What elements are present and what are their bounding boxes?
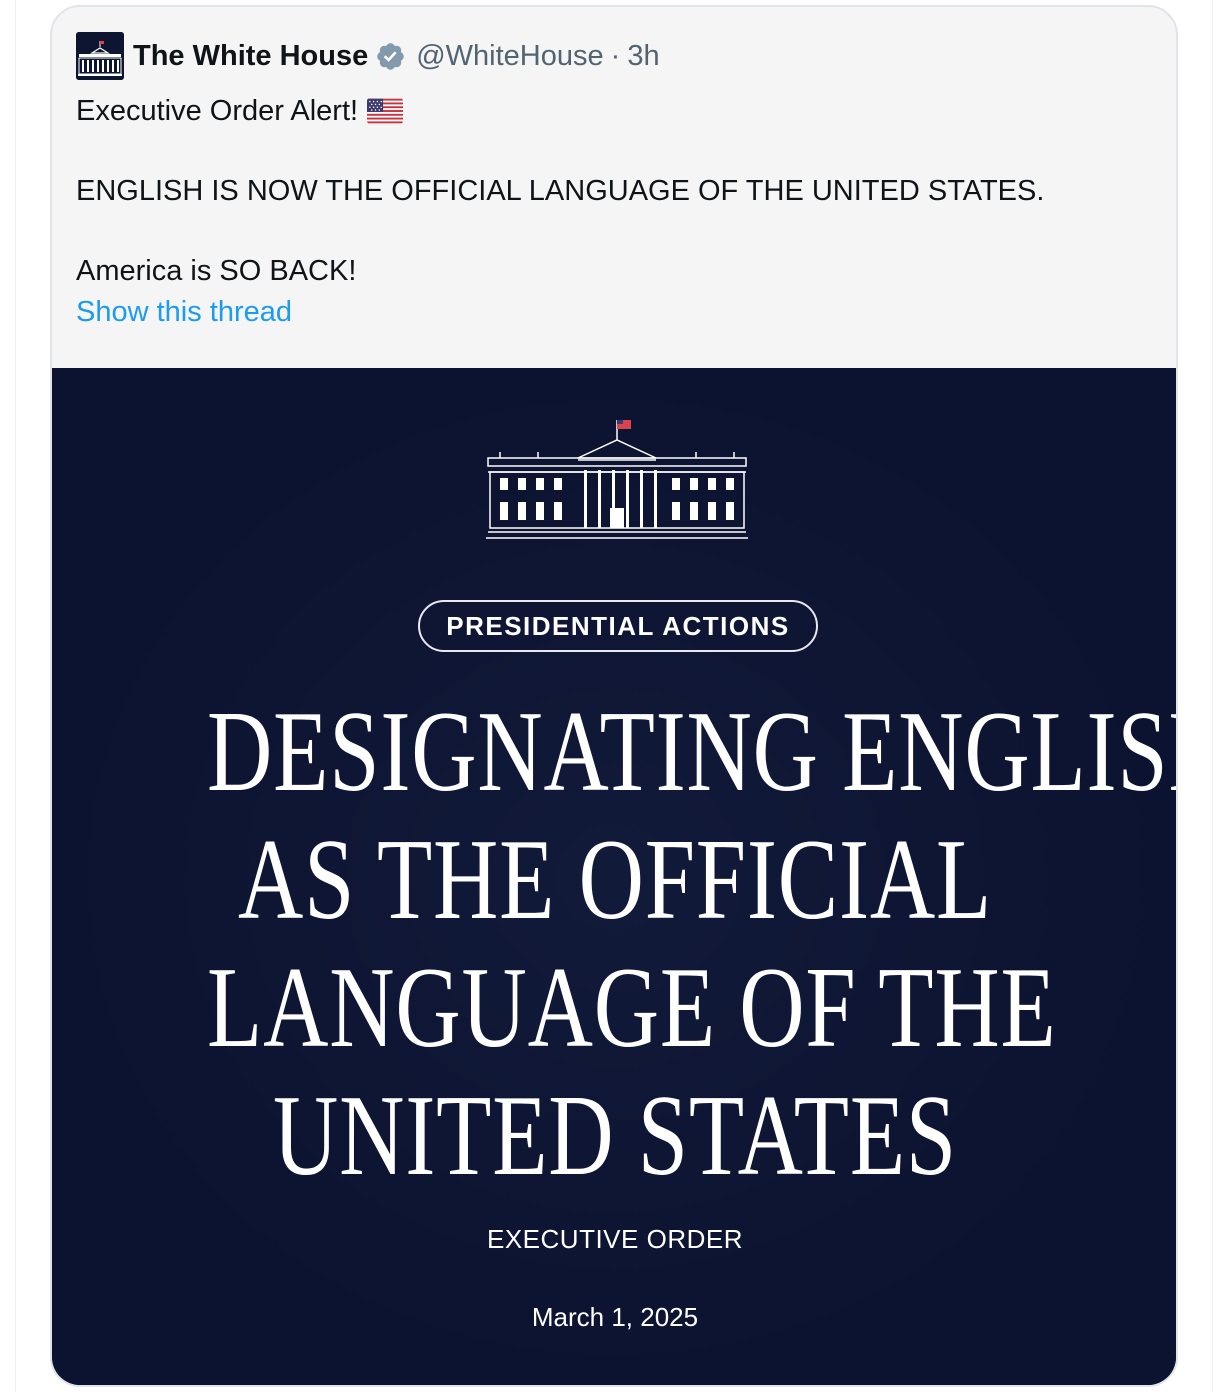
presidential-actions-badge: PRESIDENTIAL ACTIONS xyxy=(418,600,818,652)
tweet-text-line-3: America is SO BACK! xyxy=(76,255,357,287)
handle[interactable]: @WhiteHouse xyxy=(416,40,603,73)
tweet-text: Executive Order Alert! ENGLISH IS NOW TH… xyxy=(76,91,1156,291)
headline: DESIGNATING ENGLISH AS THE OFFICIAL LANG… xyxy=(207,688,1178,1200)
show-thread-link[interactable]: Show this thread xyxy=(76,296,292,329)
separator-dot: · xyxy=(610,39,621,72)
page-border-left xyxy=(15,0,16,1392)
executive-order-label: EXECUTIVE ORDER xyxy=(487,1224,743,1254)
tweet-text-line-2: ENGLISH IS NOW THE OFFICIAL LANGUAGE OF … xyxy=(76,175,1045,207)
page-border-right xyxy=(1212,0,1213,1392)
headline-line-1: DESIGNATING ENGLISH xyxy=(207,688,1178,816)
timestamp[interactable]: 3h xyxy=(627,40,659,73)
us-flag-icon xyxy=(367,98,404,124)
order-date: March 1, 2025 xyxy=(531,1302,699,1332)
verified-badge-icon xyxy=(377,42,404,70)
display-name[interactable]: The White House xyxy=(133,40,368,73)
tweet-card[interactable]: The White House @WhiteHouse · 3h Executi… xyxy=(50,5,1178,1387)
headline-line-4: UNITED STATES xyxy=(273,1072,957,1200)
white-house-emblem-icon xyxy=(486,420,748,539)
tweet-header: The White House @WhiteHouse · 3h xyxy=(76,31,660,81)
headline-line-3: LANGUAGE OF THE xyxy=(207,944,1057,1072)
white-house-avatar-icon[interactable] xyxy=(76,32,124,80)
tweet-text-line-1: Executive Order Alert! xyxy=(76,95,359,127)
tweet-media-image[interactable]: PRESIDENTIAL ACTIONS DESIGNATING ENGLISH… xyxy=(52,368,1178,1385)
headline-line-2: AS THE OFFICIAL xyxy=(237,816,993,944)
